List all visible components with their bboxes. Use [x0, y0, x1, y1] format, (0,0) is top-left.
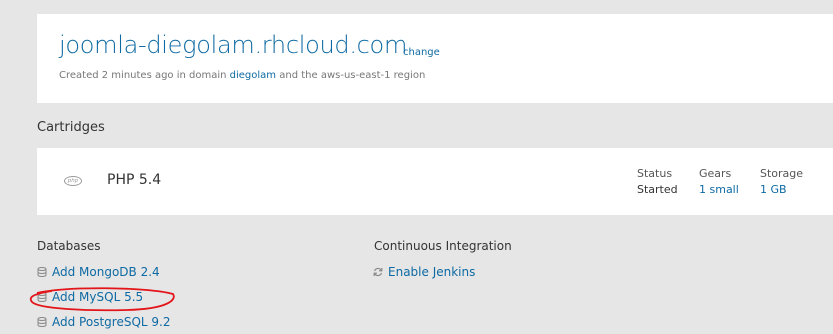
gears-column: Gears 1 small	[699, 166, 739, 198]
enable-jenkins-label: Enable Jenkins	[388, 265, 476, 279]
status-column: Status Started	[637, 166, 678, 198]
annotation-circle	[29, 287, 175, 312]
app-meta-suffix: and the aws-us-east-1 region	[276, 70, 426, 81]
domain-link[interactable]: diegolam	[230, 70, 276, 81]
databases-heading: Databases	[37, 239, 101, 253]
add-mongodb-link[interactable]: Add MongoDB 2.4	[37, 265, 160, 279]
database-icon	[37, 317, 47, 327]
ci-heading: Continuous Integration	[374, 239, 512, 253]
storage-label: Storage	[760, 167, 804, 180]
app-meta-prefix: Created 2 minutes ago in domain	[59, 70, 230, 81]
app-meta: Created 2 minutes ago in domain diegolam…	[59, 70, 425, 81]
database-icon	[37, 267, 47, 277]
storage-column: Storage 1 GB	[760, 166, 803, 198]
enable-jenkins-link[interactable]: Enable Jenkins	[373, 265, 475, 279]
add-mongodb-label: Add MongoDB 2.4	[52, 265, 160, 279]
status-value: Started	[637, 183, 678, 196]
app-title-link[interactable]: joomla-diegolam.rhcloud.com	[59, 31, 407, 59]
status-label: Status	[637, 167, 673, 180]
refresh-icon	[373, 267, 383, 277]
cartridges-heading: Cartridges	[37, 120, 105, 135]
app-header: joomla-diegolam.rhcloud.com change Creat…	[37, 14, 833, 103]
change-link[interactable]: change	[403, 47, 440, 58]
cartridge-name: PHP 5.4	[107, 172, 162, 188]
storage-link[interactable]: 1 GB	[760, 182, 803, 198]
cartridge-card: php PHP 5.4 Status Started Gears 1 small…	[37, 148, 833, 215]
add-postgresql-label: Add PostgreSQL 9.2	[52, 315, 171, 329]
add-postgresql-link[interactable]: Add PostgreSQL 9.2	[37, 315, 170, 329]
php-icon: php	[64, 176, 82, 186]
gears-label: Gears	[699, 167, 732, 180]
gears-link[interactable]: 1 small	[699, 182, 739, 198]
